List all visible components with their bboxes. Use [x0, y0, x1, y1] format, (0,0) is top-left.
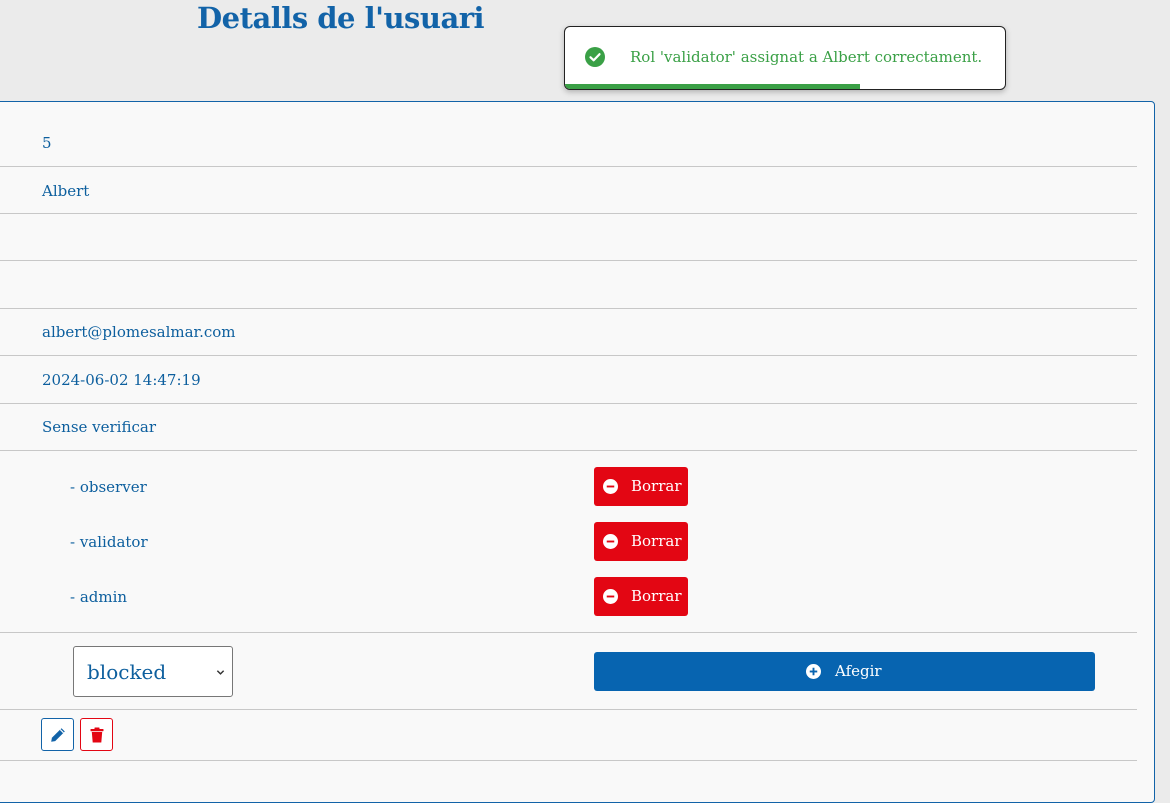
remove-role-observer-button[interactable]: Borrar — [594, 467, 688, 506]
delete-user-button[interactable] — [80, 718, 113, 751]
plus-circle-icon — [806, 664, 821, 679]
page-title: Detalls de l'usuari — [197, 1, 485, 35]
user-id: 5 — [42, 134, 52, 152]
remove-role-validator-button[interactable]: Borrar — [594, 522, 688, 561]
detail-row-email: albert@plomesalmar.com — [0, 308, 1137, 356]
edit-user-button[interactable] — [41, 718, 74, 751]
remove-role-label: Borrar — [631, 587, 682, 605]
detail-row-name: Albert — [0, 166, 1137, 214]
remove-role-label: Borrar — [631, 532, 682, 550]
chevron-down-icon — [216, 670, 225, 675]
remove-role-admin-button[interactable]: Borrar — [594, 577, 688, 616]
detail-row-field3 — [0, 213, 1137, 261]
actions-row — [0, 709, 1137, 761]
detail-row-verification: Sense verificar — [0, 403, 1137, 451]
toast-progress-bar — [565, 84, 860, 89]
remove-role-label: Borrar — [631, 477, 682, 495]
user-email: albert@plomesalmar.com — [42, 323, 236, 341]
pencil-icon — [51, 728, 65, 742]
role-select-value: blocked — [87, 660, 167, 684]
user-verification-status: Sense verificar — [42, 418, 156, 436]
detail-row-id: 5 — [0, 102, 1137, 167]
success-toast[interactable]: Rol 'validator' assignat a Albert correc… — [564, 26, 1006, 90]
user-created-at: 2024-06-02 14:47:19 — [42, 371, 201, 389]
add-role-button[interactable]: Afegir — [594, 652, 1095, 691]
user-details-card: 5 Albert albert@plomesalmar.com 2024-06-… — [0, 101, 1155, 803]
roles-section: - observer Borrar - validator Borrar - a… — [0, 450, 1137, 633]
role-label-validator: - validator — [70, 533, 148, 551]
toast-message: Rol 'validator' assignat a Albert correc… — [630, 48, 983, 66]
role-label-observer: - observer — [70, 478, 147, 496]
minus-circle-icon — [603, 534, 618, 549]
add-role-label: Afegir — [835, 662, 882, 680]
minus-circle-icon — [603, 479, 618, 494]
role-select[interactable]: blocked — [73, 646, 233, 697]
role-label-admin: - admin — [70, 588, 128, 606]
detail-row-created: 2024-06-02 14:47:19 — [0, 355, 1137, 404]
check-circle-icon — [585, 47, 605, 67]
detail-row-field4 — [0, 260, 1137, 309]
trash-icon — [90, 727, 104, 743]
user-name: Albert — [42, 182, 90, 200]
minus-circle-icon — [603, 589, 618, 604]
